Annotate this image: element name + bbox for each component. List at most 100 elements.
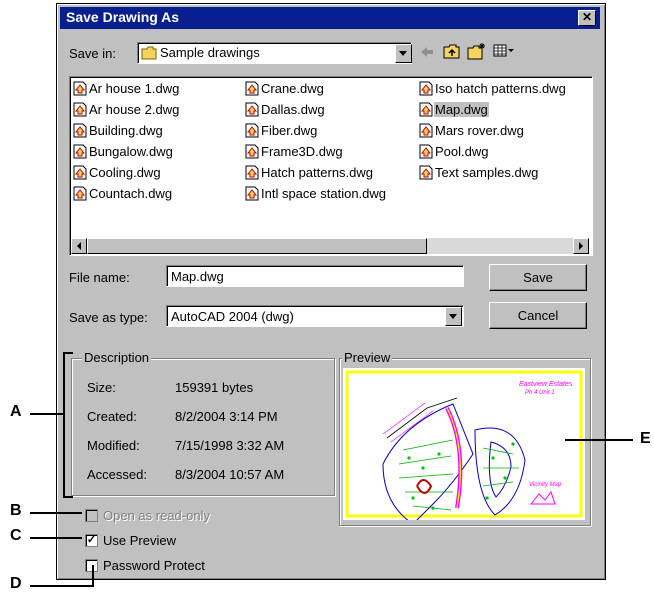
save-in-dropdown[interactable]: Sample drawings <box>137 42 412 64</box>
scroll-thumb[interactable] <box>87 238 427 254</box>
description-title: Description <box>82 350 152 365</box>
preview-title: Preview <box>342 350 393 365</box>
file-name-text: Mars rover.dwg <box>435 123 524 138</box>
dialog-title: Save Drawing As <box>66 9 180 25</box>
file-item[interactable]: Building.dwg <box>73 121 164 141</box>
dwg-file-icon <box>419 102 433 117</box>
description-value: 7/15/1998 3:32 AM <box>175 438 285 453</box>
save-as-type-arrow[interactable] <box>445 307 462 326</box>
title-bar[interactable]: Save Drawing As ✕ <box>60 7 600 29</box>
preview-image: Eastview Estates Ph 4 Unit 1 Vicinity Ma… <box>343 368 585 525</box>
file-item[interactable]: Cooling.dwg <box>73 163 162 183</box>
file-name-text: Dallas.dwg <box>261 102 325 117</box>
callout-e-line <box>565 439 633 441</box>
back-arrow-icon[interactable] <box>419 44 435 60</box>
dwg-file-icon <box>245 123 259 138</box>
file-item[interactable]: Mars rover.dwg <box>419 121 525 141</box>
file-item[interactable]: Pool.dwg <box>419 142 489 162</box>
file-item[interactable]: Dallas.dwg <box>245 100 326 120</box>
dwg-file-icon <box>73 123 87 138</box>
file-name-text: Bungalow.dwg <box>89 144 173 159</box>
callout-c: C <box>10 527 22 544</box>
up-folder-icon[interactable] <box>443 43 461 60</box>
file-item[interactable]: Map.dwg <box>419 100 489 120</box>
file-name-text: Text samples.dwg <box>435 165 539 180</box>
callout-a-bracket-bottom <box>63 496 73 498</box>
callout-d: D <box>10 575 22 592</box>
file-item[interactable]: Hatch patterns.dwg <box>245 163 374 183</box>
save-in-label: Save in: <box>69 46 116 61</box>
callout-d-stem <box>92 565 94 587</box>
description-value: 8/3/2004 10:57 AM <box>175 467 285 482</box>
dwg-file-icon <box>73 81 87 96</box>
file-item[interactable]: Crane.dwg <box>245 79 325 99</box>
save-drawing-dialog: Save Drawing As ✕ Save in: Sample drawin… <box>56 3 606 580</box>
close-button[interactable]: ✕ <box>578 10 596 26</box>
file-item[interactable]: Text samples.dwg <box>419 163 539 183</box>
file-item[interactable]: Ar house 1.dwg <box>73 79 180 99</box>
file-name-text: Fiber.dwg <box>261 123 318 138</box>
callout-b-line <box>30 512 82 514</box>
save-as-type-label: Save as type: <box>69 310 148 325</box>
callout-e: E <box>640 430 651 447</box>
file-item[interactable]: Iso hatch patterns.dwg <box>419 79 567 99</box>
dwg-file-icon <box>245 165 259 180</box>
save-in-value: Sample drawings <box>160 45 260 60</box>
save-in-dropdown-arrow[interactable] <box>395 44 412 63</box>
read-only-label: Open as read-only <box>103 508 210 523</box>
scroll-right-icon <box>579 242 583 250</box>
folder-icon <box>141 46 157 60</box>
dwg-file-icon <box>419 123 433 138</box>
file-item[interactable]: Countach.dwg <box>73 184 173 204</box>
scroll-left-button[interactable] <box>71 238 87 254</box>
scroll-right-button[interactable] <box>573 238 589 254</box>
use-preview-checkbox[interactable]: ✓ <box>85 534 98 547</box>
file-name-text: Building.dwg <box>89 123 163 138</box>
dwg-file-icon <box>419 165 433 180</box>
vicinity-label: Vicinity Map <box>529 482 562 488</box>
description-label: Accessed: <box>87 467 147 482</box>
file-item[interactable]: Fiber.dwg <box>245 121 318 141</box>
horizontal-scrollbar[interactable] <box>71 238 589 254</box>
map-preview-drawing: Eastview Estates Ph 4 Unit 1 Vicinity Ma… <box>345 370 583 525</box>
callout-c-line <box>30 537 82 539</box>
file-name-text: Iso hatch patterns.dwg <box>435 81 566 96</box>
description-label: Modified: <box>87 438 140 453</box>
view-menu-icon[interactable] <box>493 44 515 58</box>
callout-a-bracket <box>63 352 65 498</box>
dwg-file-icon <box>245 144 259 159</box>
scroll-left-icon <box>77 242 81 250</box>
save-button[interactable]: Save <box>489 264 587 291</box>
file-item[interactable]: Intl space station.dwg <box>245 184 387 204</box>
callout-a: A <box>10 403 22 420</box>
new-folder-icon[interactable] <box>467 42 487 60</box>
description-value: 8/2/2004 3:14 PM <box>175 409 278 424</box>
file-name-text: Map.dwg <box>434 102 489 117</box>
file-name-text: Crane.dwg <box>261 81 324 96</box>
file-item[interactable]: Ar house 2.dwg <box>73 100 180 120</box>
dwg-file-icon <box>73 102 87 117</box>
cancel-button[interactable]: Cancel <box>489 302 587 329</box>
map-title-2: Ph 4 Unit 1 <box>525 390 555 396</box>
description-value: 159391 bytes <box>175 380 254 395</box>
dwg-file-icon <box>245 186 259 201</box>
dwg-file-icon <box>419 144 433 159</box>
file-name-text: Countach.dwg <box>89 186 173 201</box>
file-name-text: Ar house 2.dwg <box>89 102 180 117</box>
file-item[interactable]: Bungalow.dwg <box>73 142 174 162</box>
callout-a-line <box>30 413 64 415</box>
file-name-text: Hatch patterns.dwg <box>261 165 374 180</box>
file-item[interactable]: Frame3D.dwg <box>245 142 344 162</box>
dwg-file-icon <box>245 81 259 96</box>
save-as-type-dropdown[interactable]: AutoCAD 2004 (dwg) <box>166 305 464 327</box>
description-label: Created: <box>87 409 137 424</box>
dwg-file-icon <box>73 186 87 201</box>
file-list[interactable]: Ar house 1.dwg Ar house 2.dwg Building.dwg… <box>69 76 593 256</box>
file-name-text: Pool.dwg <box>435 144 489 159</box>
password-protect-label: Password Protect <box>103 558 205 573</box>
read-only-checkbox[interactable] <box>85 509 98 522</box>
callout-b: B <box>10 502 22 519</box>
file-name-field[interactable]: Map.dwg <box>166 265 464 287</box>
dwg-file-icon <box>73 165 87 180</box>
dwg-file-icon <box>419 81 433 96</box>
